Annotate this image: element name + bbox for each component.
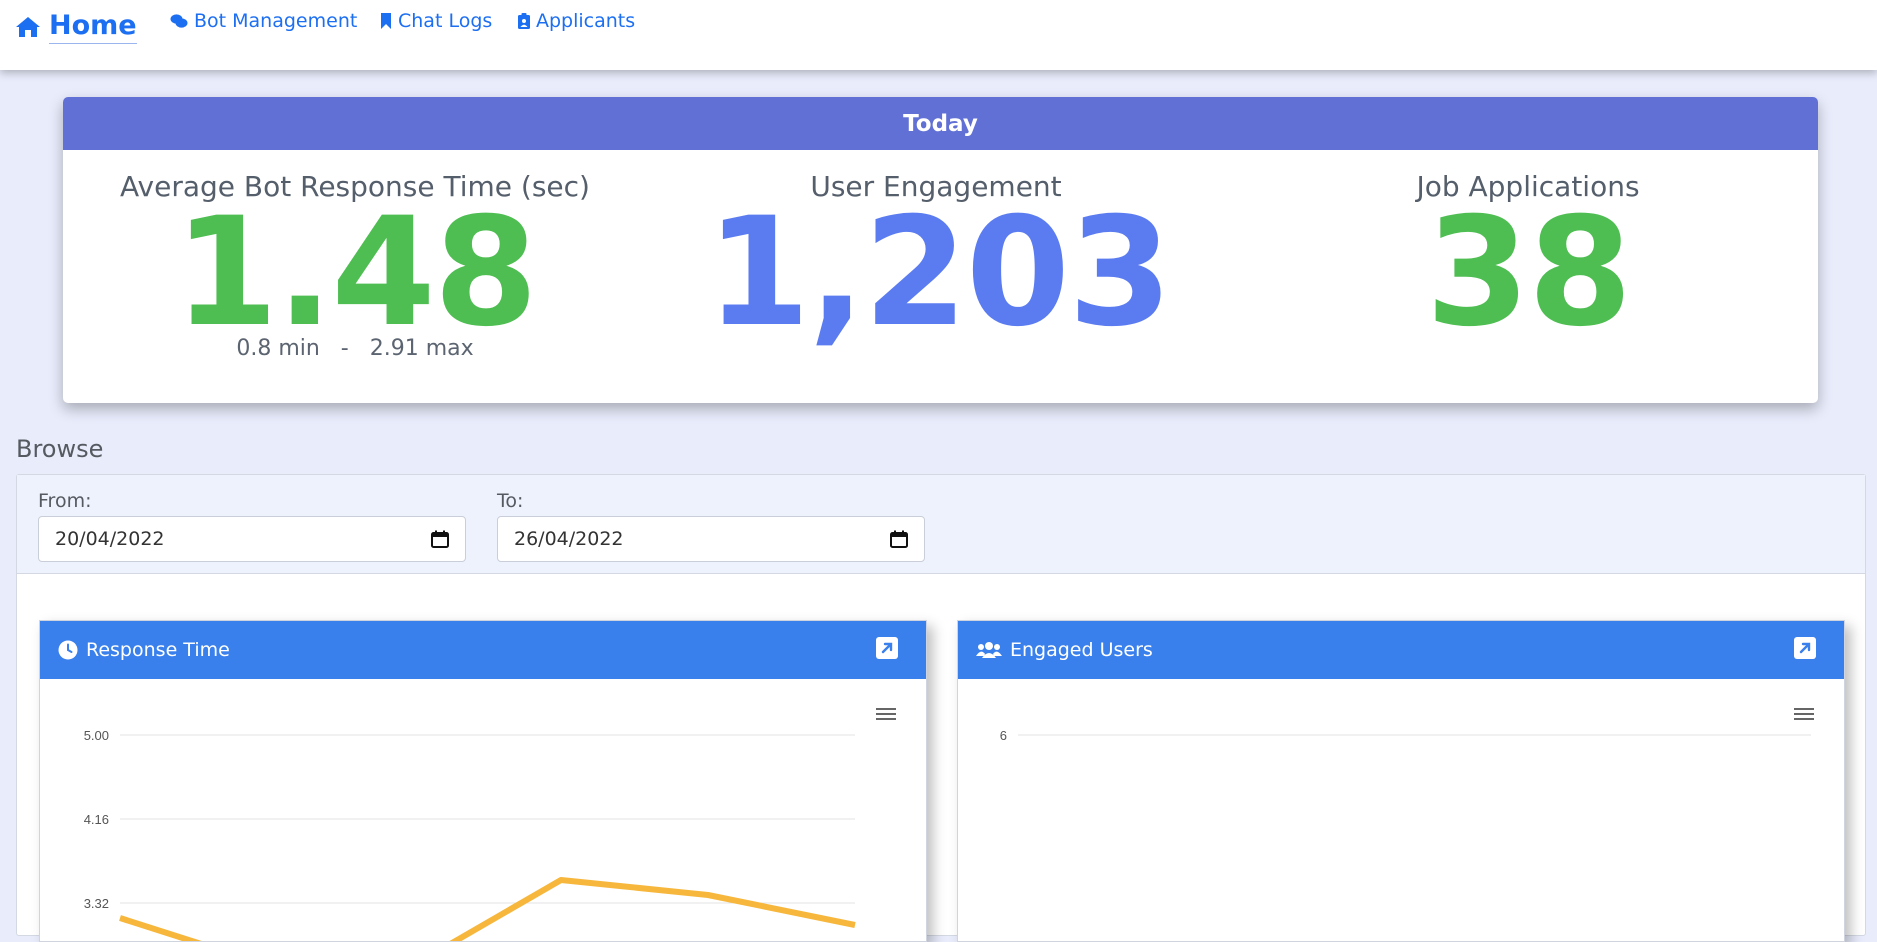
stat-user-engagement: User Engagement 1,203 xyxy=(706,170,1172,360)
stat-response-sep: - xyxy=(340,336,349,361)
stat-job-applications-value: 38 xyxy=(1425,186,1633,360)
external-link-icon xyxy=(1799,642,1811,654)
to-date-input[interactable]: 26/04/2022 xyxy=(497,516,925,562)
engaged-users-chart-title: Engaged Users xyxy=(1010,639,1153,661)
clock-icon xyxy=(58,640,78,660)
from-date-input[interactable]: 20/04/2022 xyxy=(38,516,466,562)
y-tick-label: 5.00 xyxy=(84,728,109,743)
nav-chat-logs[interactable]: Chat Logs xyxy=(380,10,492,32)
response-time-chart-header: Response Time xyxy=(40,621,926,679)
response-time-chart-plot: 5.00 4.16 3.32 xyxy=(84,728,856,941)
expand-response-chart-button[interactable] xyxy=(876,637,898,659)
expand-engaged-chart-button[interactable] xyxy=(1794,637,1816,659)
nav-home-link[interactable]: Home xyxy=(15,10,137,44)
browse-panel: From: 20/04/2022 To: 26/04/2022 Response… xyxy=(16,474,1866,942)
calendar-icon[interactable] xyxy=(431,530,449,548)
y-tick-label: 3.32 xyxy=(84,896,109,911)
browse-title: Browse xyxy=(16,435,104,463)
date-filter-bar: From: 20/04/2022 To: 26/04/2022 xyxy=(17,475,1865,574)
stat-response-time-value: 1.48 xyxy=(173,186,538,360)
to-date-value: 26/04/2022 xyxy=(514,528,624,550)
engaged-users-chart-card: Engaged Users 6 xyxy=(957,620,1845,942)
stat-user-engagement-value: 1,203 xyxy=(706,186,1172,360)
nav-home-label: Home xyxy=(49,10,137,44)
nav-bot-management[interactable]: Bot Management xyxy=(170,10,357,32)
y-tick-label: 6 xyxy=(1000,728,1007,743)
nav-chat-logs-label: Chat Logs xyxy=(398,10,493,32)
top-navbar: Home Bot Management Chat Logs Applicants xyxy=(0,0,1877,70)
nav-bot-management-label: Bot Management xyxy=(194,10,358,32)
stat-response-time: Average Bot Response Time (sec) 1.48 0.8… xyxy=(110,170,600,361)
today-header: Today xyxy=(63,97,1818,150)
response-time-chart-card: Response Time 5.00 4.16 3.32 xyxy=(39,620,927,942)
response-time-chart-title: Response Time xyxy=(86,639,230,661)
series-line xyxy=(119,877,856,941)
engaged-users-chart-plot: 6 xyxy=(1000,728,1811,743)
to-label: To: xyxy=(497,490,524,512)
bookmark-icon xyxy=(381,13,391,29)
stat-response-min: 0.8 min xyxy=(236,336,320,361)
home-icon xyxy=(16,17,40,37)
today-stats-card: Today Average Bot Response Time (sec) 1.… xyxy=(63,97,1818,403)
engaged-users-chart-header: Engaged Users xyxy=(958,621,1844,679)
from-date-value: 20/04/2022 xyxy=(55,528,165,550)
stat-response-max: 2.91 max xyxy=(369,336,474,361)
stat-job-applications: Job Applications 38 xyxy=(1298,170,1758,348)
external-link-icon xyxy=(881,642,893,654)
users-icon xyxy=(976,642,1002,658)
from-label: From: xyxy=(38,490,92,512)
comments-icon xyxy=(170,14,188,28)
nav-applicants-label: Applicants xyxy=(536,10,636,32)
nav-applicants[interactable]: Applicants xyxy=(518,10,635,32)
y-tick-label: 4.16 xyxy=(84,812,109,827)
clipboard-user-icon xyxy=(518,13,530,29)
calendar-icon[interactable] xyxy=(890,530,908,548)
